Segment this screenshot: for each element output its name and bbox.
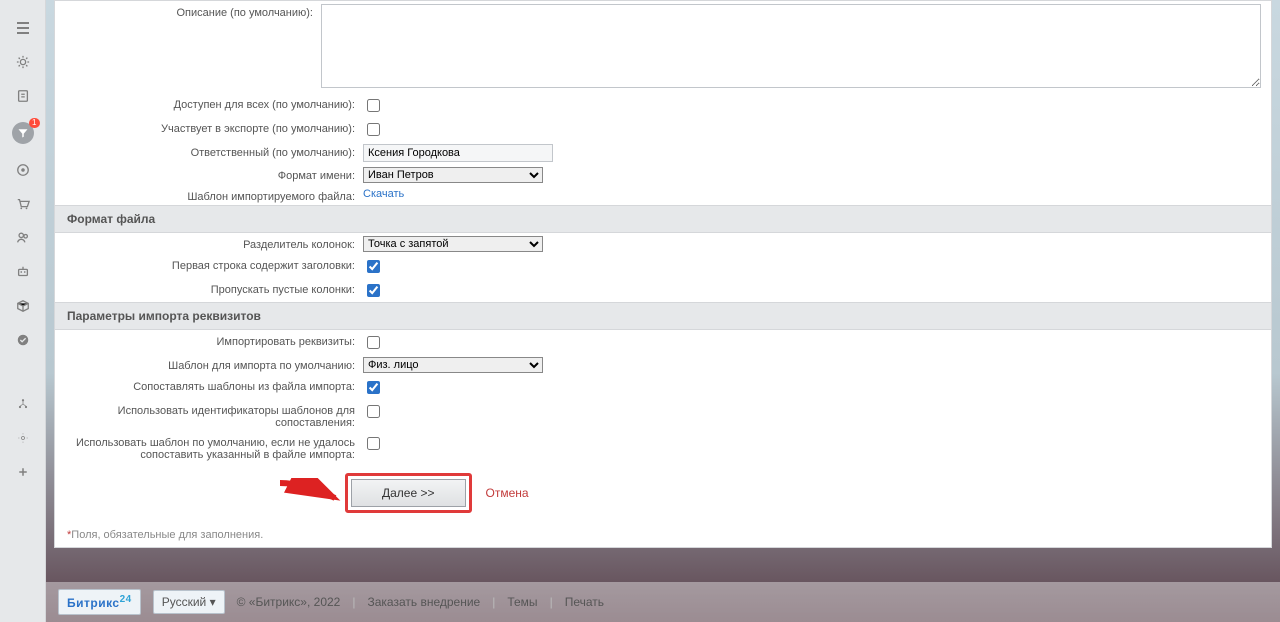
name-format-select[interactable]: Иван Петров bbox=[363, 167, 543, 183]
print-link[interactable]: Печать bbox=[565, 595, 604, 609]
section-requisites: Параметры импорта реквизитов bbox=[55, 302, 1271, 330]
settings-icon[interactable] bbox=[15, 430, 31, 446]
sitemap-icon[interactable] bbox=[15, 396, 31, 412]
available-checkbox[interactable] bbox=[367, 99, 380, 112]
import-req-label: Импортировать реквизиты: bbox=[65, 332, 363, 348]
separator-label: Разделитель колонок: bbox=[65, 235, 363, 251]
language-select[interactable]: Русский ▾ bbox=[153, 590, 225, 614]
match-file-checkbox[interactable] bbox=[367, 381, 380, 394]
form-panel: Описание (по умолчанию): Доступен для вс… bbox=[54, 0, 1272, 548]
filter-icon[interactable]: 1 bbox=[12, 122, 34, 144]
available-label: Доступен для всех (по умолчанию): bbox=[65, 95, 363, 111]
box-icon[interactable] bbox=[15, 298, 31, 314]
robot-icon[interactable] bbox=[15, 264, 31, 280]
sidebar: 1 bbox=[0, 0, 46, 622]
themes-link[interactable]: Темы bbox=[507, 595, 537, 609]
arrow-annotation bbox=[275, 478, 345, 508]
skip-empty-label: Пропускать пустые колонки: bbox=[65, 280, 363, 296]
use-ids-label: Использовать идентификаторы шаблонов для… bbox=[65, 401, 363, 429]
check-circle-icon[interactable] bbox=[15, 332, 31, 348]
required-note-text: Поля, обязательные для заполнения. bbox=[71, 529, 263, 541]
skip-empty-checkbox[interactable] bbox=[367, 284, 380, 297]
footer: Битрикс24 Русский ▾ © «Битрикс», 2022 | … bbox=[46, 582, 1280, 622]
next-button-highlight: Далее >> bbox=[345, 473, 472, 513]
gear-icon[interactable] bbox=[15, 54, 31, 70]
cancel-link[interactable]: Отмена bbox=[486, 486, 529, 500]
export-checkbox[interactable] bbox=[367, 123, 380, 136]
tpl-default-label: Шаблон для импорта по умолчанию: bbox=[65, 356, 363, 372]
action-row: Далее >> Отмена bbox=[55, 463, 1271, 523]
fallback-label: Использовать шаблон по умолчанию, если н… bbox=[65, 433, 363, 461]
responsible-field[interactable] bbox=[363, 144, 553, 162]
first-row-checkbox[interactable] bbox=[367, 260, 380, 273]
next-button[interactable]: Далее >> bbox=[351, 479, 466, 507]
match-file-label: Сопоставлять шаблоны из файла импорта: bbox=[65, 377, 363, 393]
logo-button[interactable]: Битрикс24 bbox=[58, 589, 141, 615]
first-row-label: Первая строка содержит заголовки: bbox=[65, 256, 363, 272]
template-label: Шаблон импортируемого файла: bbox=[65, 187, 363, 203]
export-label: Участвует в экспорте (по умолчанию): bbox=[65, 119, 363, 135]
name-format-label: Формат имени: bbox=[65, 166, 363, 182]
clipboard-icon[interactable] bbox=[15, 88, 31, 104]
cart-icon[interactable] bbox=[15, 196, 31, 212]
plus-icon[interactable] bbox=[15, 464, 31, 480]
download-link[interactable]: Скачать bbox=[363, 188, 404, 200]
import-req-checkbox[interactable] bbox=[367, 336, 380, 349]
users-icon[interactable] bbox=[15, 230, 31, 246]
target-icon[interactable] bbox=[15, 162, 31, 178]
responsible-label: Ответственный (по умолчанию): bbox=[65, 143, 363, 159]
description-textarea[interactable] bbox=[321, 4, 1261, 88]
fallback-checkbox[interactable] bbox=[367, 437, 380, 450]
description-label: Описание (по умолчанию): bbox=[65, 3, 321, 19]
use-ids-checkbox[interactable] bbox=[367, 405, 380, 418]
section-file-format: Формат файла bbox=[55, 205, 1271, 233]
tpl-default-select[interactable]: Физ. лицо bbox=[363, 357, 543, 373]
separator-select[interactable]: Точка с запятой bbox=[363, 236, 543, 252]
menu-icon[interactable] bbox=[15, 20, 31, 36]
order-link[interactable]: Заказать внедрение bbox=[367, 595, 480, 609]
notification-badge: 1 bbox=[29, 118, 39, 128]
copyright: © «Битрикс», 2022 bbox=[237, 595, 341, 609]
required-note: *Поля, обязательные для заполнения. bbox=[55, 523, 1271, 547]
main-content: Описание (по умолчанию): Доступен для вс… bbox=[46, 0, 1280, 580]
